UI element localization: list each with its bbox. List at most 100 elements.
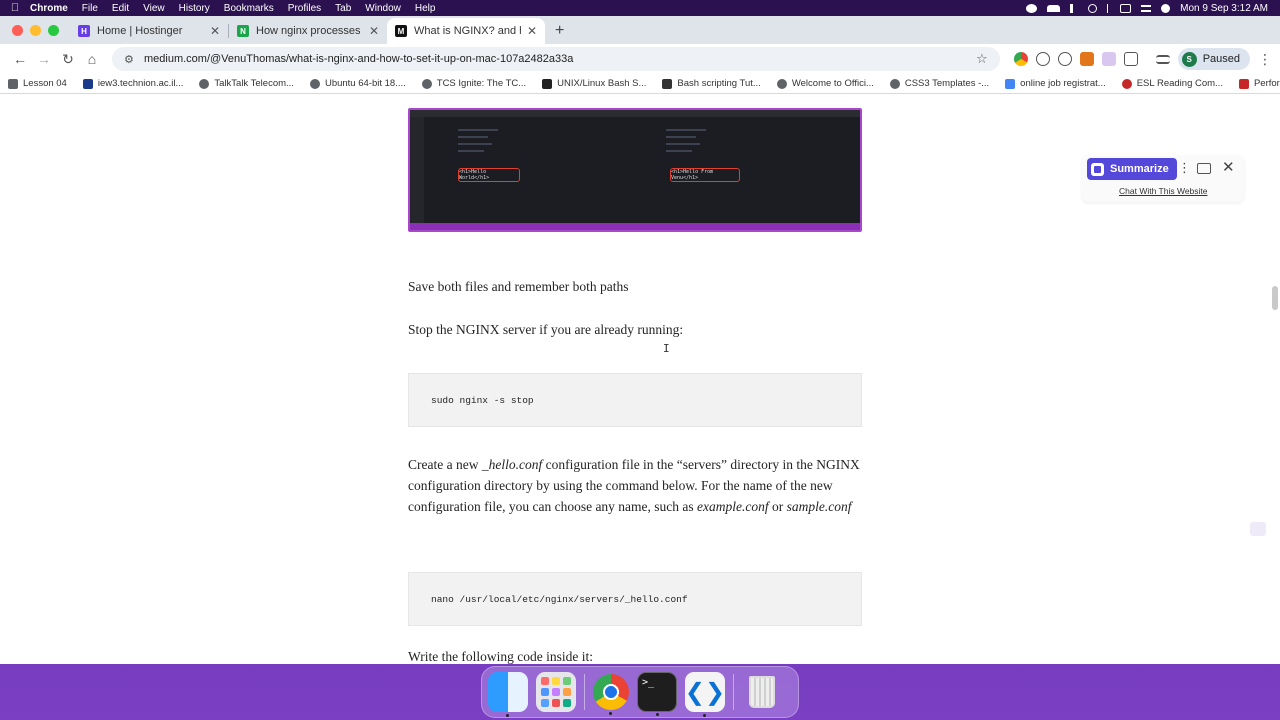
menu-bookmarks[interactable]: Bookmarks [224,3,274,14]
menu-edit[interactable]: Edit [112,3,129,14]
penguin-icon [662,78,673,89]
extensions-puzzle-icon[interactable] [1123,52,1138,66]
medium-favicon-icon: M [395,25,407,37]
menubar-status-area: Mon 9 Sep 3:12 AM [1026,3,1280,14]
tab-close-icon[interactable]: ✕ [527,24,537,38]
vscode-activity-bar [410,117,424,223]
reload-icon[interactable]: ↻ [56,51,80,68]
esl-icon [1121,78,1132,89]
battery-icon[interactable] [1120,3,1132,13]
tab-close-icon[interactable]: ✕ [210,24,220,38]
bookmark-item[interactable]: Bash scripting Tut... [662,78,761,89]
new-tab-icon[interactable]: + [555,22,564,40]
google-icon [1005,78,1016,89]
menu-history[interactable]: History [179,3,210,14]
bookmark-item[interactable]: Performing SQL O... [1238,78,1280,89]
code-block[interactable]: sudo nginx -s stop [408,373,862,427]
tab-close-icon[interactable]: ✕ [369,24,379,38]
highlight-left: <h1>Hello World</h1> [458,168,520,182]
tab-nginx-docs[interactable]: N How nginx processes a reque ✕ [229,18,387,44]
dock-separator [584,674,585,710]
forward-icon[interactable]: → [32,51,56,67]
cloud-icon[interactable] [1047,4,1061,12]
record-icon[interactable] [1026,3,1038,13]
page-scrollbar[interactable] [1272,286,1278,310]
extension-face-icon[interactable] [1035,52,1050,66]
bookmarks-bar: Lesson 04 iew3.technion.ac.il... TalkTal… [0,74,1280,94]
minimize-window-button[interactable] [30,25,41,36]
browser-toolbar: ← → ↻ ⌂ ⚙ medium.com/@VenuThomas/what-is… [0,44,1280,74]
globe-icon [889,78,900,89]
apple-menu-icon[interactable]:  [0,2,30,14]
tab-title: Home | Hostinger [97,25,183,37]
bookmark-item[interactable]: Welcome to Offici... [776,78,874,89]
play-icon[interactable] [1088,3,1098,13]
menu-profiles[interactable]: Profiles [288,3,321,14]
side-widget-icon[interactable] [1250,522,1266,536]
close-window-button[interactable] [12,25,23,36]
extension-purple-icon[interactable] [1101,52,1116,66]
bookmark-item[interactable]: iew3.technion.ac.il... [82,78,183,89]
bookmark-item[interactable]: CSS3 Templates -... [889,78,989,89]
bookmark-item[interactable]: TCS Ignite: The TC... [421,78,526,89]
embedded-vscode-screenshot: <h1>Hello World</h1> <h1>Hello From Venu… [408,108,862,232]
site-info-icon[interactable]: ⚙ [124,53,136,66]
profile-button[interactable]: S Paused [1177,48,1250,70]
bookmark-star-icon[interactable]: ☆ [976,51,988,67]
chrome-icon[interactable] [593,674,629,715]
control-center-icon[interactable] [1141,4,1152,12]
bookmark-item[interactable]: ESL Reading Com... [1121,78,1223,89]
finder-icon[interactable] [488,672,528,717]
macos-dock: >_ ❮❯ [481,666,799,718]
home-icon[interactable]: ⌂ [80,51,104,67]
menubar-clock[interactable]: Mon 9 Sep 3:12 AM [1180,3,1268,14]
summarize-button[interactable]: Summarize [1087,158,1177,180]
bookmark-item[interactable]: Lesson 04 [8,78,67,89]
code-block[interactable]: nano /usr/local/etc/nginx/servers/_hello… [408,572,862,626]
url-text[interactable]: medium.com/@VenuThomas/what-is-nginx-and… [144,53,976,65]
menu-tab[interactable]: Tab [335,3,351,14]
back-icon[interactable]: ← [8,51,32,67]
tab-title: What is NGINX? and how to s [414,25,521,37]
extension-block-icon[interactable] [1057,52,1072,66]
avatar: S [1181,51,1197,67]
menu-file[interactable]: File [82,3,98,14]
article-paragraph: Create a new _hello.conf configuration f… [408,457,860,514]
volume-icon[interactable] [1070,3,1078,13]
bookmark-item[interactable]: TalkTalk Telecom... [199,78,294,89]
summarize-menu-icon[interactable]: ⋮ [1178,160,1191,176]
macos-menubar:  Chrome File Edit View History Bookmark… [0,0,1280,16]
menu-window[interactable]: Window [365,3,401,14]
extension-color-icon[interactable] [1013,52,1028,66]
article-paragraph: Stop the NGINX server if you are already… [408,322,684,337]
summarize-logo-icon [1091,162,1104,176]
tab-medium-article[interactable]: M What is NGINX? and how to s ✕ [387,18,545,44]
bluetooth-icon[interactable] [1107,3,1110,13]
address-bar[interactable]: ⚙ medium.com/@VenuThomas/what-is-nginx-a… [112,47,1000,71]
bookmark-item[interactable]: UNIX/Linux Bash S... [542,78,646,89]
bookmark-item[interactable]: online job registrat... [1005,78,1106,89]
chrome-menu-icon[interactable]: ⋮ [1258,51,1272,68]
chat-with-website-link[interactable]: Chat With This Website [1119,186,1208,196]
trash-icon[interactable] [742,672,782,712]
metamask-icon[interactable] [1079,52,1094,66]
siri-icon[interactable] [1161,3,1171,13]
globe-icon [421,78,432,89]
profile-status: Paused [1202,53,1240,65]
oracle-icon [1238,78,1249,89]
zoom-window-button[interactable] [48,25,59,36]
bookmark-item[interactable]: Ubuntu 64-bit 18.... [309,78,406,89]
article-page: <h1>Hello World</h1> <h1>Hello From Venu… [0,94,1280,664]
hide-panel-icon[interactable] [1197,163,1211,174]
terminal-icon[interactable]: >_ [637,672,677,716]
vscode-icon[interactable]: ❮❯ [685,672,725,717]
menu-help[interactable]: Help [415,3,436,14]
close-icon[interactable]: ✕ [1222,158,1235,176]
globe-icon [776,78,787,89]
article-paragraph: Save both files and remember both paths [408,279,629,294]
reading-list-icon[interactable] [1155,54,1170,64]
tab-hostinger[interactable]: H Home | Hostinger ✕ [70,18,228,44]
menu-view[interactable]: View [143,3,165,14]
launchpad-icon[interactable] [536,672,576,712]
menu-app[interactable]: Chrome [30,3,68,14]
